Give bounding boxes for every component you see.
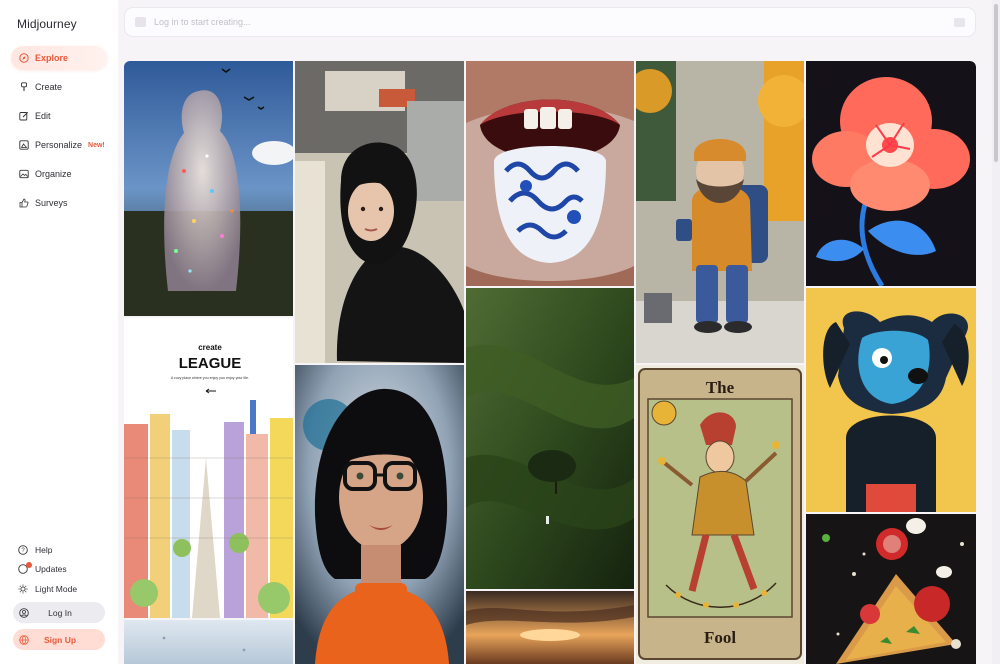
updates-link[interactable]: Updates xyxy=(18,560,108,580)
green-hills-image xyxy=(466,288,634,589)
league-create-text: create xyxy=(198,343,222,352)
gallery-tile-neon-flower[interactable] xyxy=(806,61,976,286)
gallery-tile-porcelain-tongue[interactable] xyxy=(466,61,634,286)
nav-organize[interactable]: Organize xyxy=(11,162,107,186)
scrollbar-thumb[interactable] xyxy=(994,4,998,162)
notification-dot xyxy=(26,561,32,568)
gallery-tile-glasses-woman[interactable] xyxy=(295,365,464,664)
brush-icon xyxy=(19,82,29,92)
nav-edit-label: Edit xyxy=(35,111,51,121)
thumbs-up-icon xyxy=(19,198,29,208)
gallery-tile-hiker-figurine[interactable] xyxy=(636,61,804,363)
sunset-clouds-image xyxy=(466,591,634,664)
login-button[interactable]: Log In xyxy=(13,602,105,623)
glasses-woman-image xyxy=(295,365,464,664)
nav-explore-label: Explore xyxy=(35,53,69,63)
main-nav: Explore Create Edit Personalize New! Org… xyxy=(11,46,107,220)
nav-explore[interactable]: Explore xyxy=(11,46,107,70)
gallery-tile-league-city[interactable]: create LEAGUE A cozy place where you enj… xyxy=(124,318,293,618)
pale-sky-image xyxy=(124,620,293,664)
gallery-tile-green-hills[interactable] xyxy=(466,288,634,589)
nav-create-label: Create xyxy=(35,82,63,92)
gallery-tile-pale-sky[interactable] xyxy=(124,620,293,664)
help-icon: ? xyxy=(18,544,28,555)
compass-icon xyxy=(19,53,29,63)
settings-icon[interactable] xyxy=(954,18,965,27)
explore-gallery: create LEAGUE A cozy place where you enj… xyxy=(124,61,976,664)
gallery-tile-tarot-fool[interactable]: The Fool xyxy=(636,365,804,664)
nav-personalize[interactable]: Personalize New! xyxy=(11,133,107,157)
neon-flower-image xyxy=(806,61,976,286)
login-label: Log In xyxy=(48,607,72,618)
updates-label: Updates xyxy=(35,564,67,575)
svg-text:?: ? xyxy=(21,548,25,554)
flying-pizza-image xyxy=(806,514,976,664)
brand-logo[interactable]: Midjourney xyxy=(17,17,77,31)
nav-personalize-label: Personalize xyxy=(35,140,83,150)
league-tagline-text: A cozy place where you enjoy you enjoy y… xyxy=(171,376,249,380)
footer-links: ? Help Updates Light Mode xyxy=(18,540,108,599)
page-scrollbar[interactable] xyxy=(992,0,1000,664)
gallery-tile-woman-city[interactable] xyxy=(295,61,464,363)
blue-dog-image xyxy=(806,288,976,512)
gallery-tile-sunset-clouds[interactable] xyxy=(466,591,634,664)
prompt-input[interactable] xyxy=(154,17,934,27)
edit-icon xyxy=(19,111,29,121)
nav-surveys[interactable]: Surveys xyxy=(11,191,107,215)
nav-create[interactable]: Create xyxy=(11,75,107,99)
nav-edit[interactable]: Edit xyxy=(11,104,107,128)
nav-surveys-label: Surveys xyxy=(35,198,68,208)
help-link[interactable]: ? Help xyxy=(18,540,108,560)
league-title-text: LEAGUE xyxy=(179,355,242,372)
image-icon xyxy=(19,169,29,179)
porcelain-tongue-image xyxy=(466,61,634,286)
sun-icon xyxy=(18,584,28,594)
personalize-icon xyxy=(19,140,29,150)
gallery-tile-flying-pizza[interactable] xyxy=(806,514,976,664)
help-label: Help xyxy=(35,544,53,555)
signup-label: Sign Up xyxy=(43,634,77,645)
tarot-fool-text: Fool xyxy=(704,628,736,647)
prompt-image-icon[interactable] xyxy=(135,17,146,27)
light-mode-toggle[interactable]: Light Mode xyxy=(18,579,108,599)
hiker-figurine-image xyxy=(636,61,804,363)
new-badge: New! xyxy=(88,141,105,149)
league-city-image: create LEAGUE A cozy place where you enj… xyxy=(124,318,293,618)
user-icon xyxy=(19,607,29,618)
light-mode-label: Light Mode xyxy=(35,583,78,594)
signup-button[interactable]: Sign Up xyxy=(13,629,105,650)
globe-icon xyxy=(19,634,29,645)
woman-city-image xyxy=(295,61,464,363)
nav-organize-label: Organize xyxy=(35,169,72,179)
sparkle-figure-image xyxy=(124,61,293,316)
sidebar: Midjourney Explore Create Edit Personali… xyxy=(0,0,118,664)
tarot-fool-image: The Fool xyxy=(636,365,804,664)
tarot-title-text: The xyxy=(706,378,735,397)
gallery-tile-sparkle-figure[interactable] xyxy=(124,61,293,316)
gallery-tile-blue-dog[interactable] xyxy=(806,288,976,512)
prompt-bar xyxy=(124,7,976,37)
